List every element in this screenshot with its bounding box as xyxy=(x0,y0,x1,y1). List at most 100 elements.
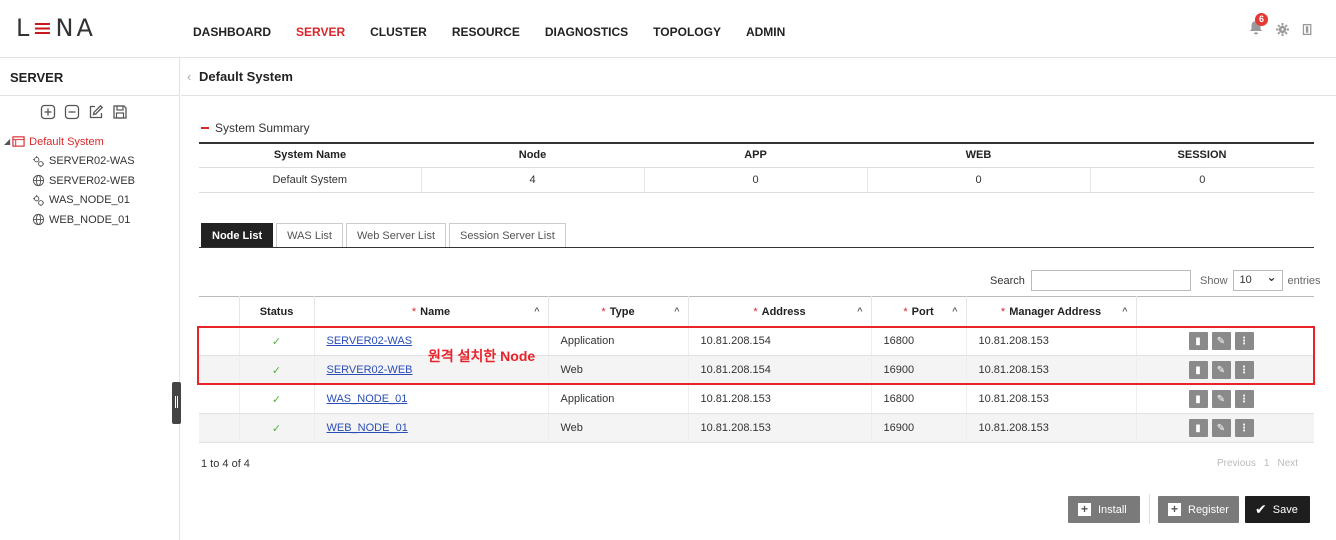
tree-item-was-node-01[interactable]: WAS_NODE_01 xyxy=(4,191,179,211)
tab-was-list[interactable]: WAS List xyxy=(276,223,343,248)
add-icon[interactable] xyxy=(40,104,56,120)
system-icon xyxy=(12,136,25,147)
install-button[interactable]: + Install xyxy=(1068,496,1140,523)
table-row[interactable]: ✓ SERVER02-WEB Web 10.81.208.154 16900 1… xyxy=(199,355,1314,385)
sort-asc-icon[interactable]: ^ xyxy=(952,306,957,316)
status-ok-icon: ✓ xyxy=(239,413,315,443)
lena-logo[interactable]: L≡NA xyxy=(16,14,96,42)
node-name-link[interactable]: SERVER02-WEB xyxy=(327,364,413,376)
node-name-link[interactable]: WAS_NODE_01 xyxy=(327,393,408,405)
remove-icon[interactable] xyxy=(64,104,80,120)
search-area: Search xyxy=(990,270,1191,291)
nav-server[interactable]: SERVER xyxy=(296,25,345,39)
entries-select[interactable]: 10 xyxy=(1232,268,1283,291)
notification-bell-icon[interactable]: 6 xyxy=(1248,13,1268,38)
search-label: Search xyxy=(990,274,1025,287)
server-tree: ◢ Default System SERVER02-WAS SERVER02-W… xyxy=(0,128,179,230)
trash-icon[interactable]: ▮ xyxy=(1188,390,1208,408)
main-nav: DASHBOARD SERVER CLUSTER RESOURCE DIAGNO… xyxy=(193,25,810,39)
trash-icon[interactable]: ▮ xyxy=(1188,361,1208,379)
next-page-link[interactable]: Next xyxy=(1277,458,1298,469)
port-header-label: Port xyxy=(911,305,934,318)
tab-session-server-list[interactable]: Session Server List xyxy=(449,223,566,248)
register-button[interactable]: + Register xyxy=(1158,496,1239,523)
section-dash-icon xyxy=(201,127,209,129)
more-vertical-icon[interactable]: ⋮ xyxy=(1234,332,1254,350)
search-input[interactable] xyxy=(1030,270,1191,291)
row-select-cell[interactable] xyxy=(199,355,240,385)
tree-item-label: WAS_NODE_01 xyxy=(49,194,130,207)
table-row[interactable]: ✓ WAS_NODE_01 Application 10.81.208.153 … xyxy=(199,384,1314,414)
tree-item-server02-was[interactable]: SERVER02-WAS xyxy=(4,152,179,172)
save-button[interactable]: ✔ Save xyxy=(1245,496,1310,523)
column-header-address[interactable]: * Address ^ xyxy=(688,296,872,327)
node-name-link[interactable]: WEB_NODE_01 xyxy=(327,422,408,434)
pencil-icon[interactable]: ✎ xyxy=(1211,332,1231,350)
nav-dashboard[interactable]: DASHBOARD xyxy=(193,25,271,39)
column-header-manager-address[interactable]: * Manager Address ^ xyxy=(966,296,1137,327)
web-icon xyxy=(32,214,45,226)
tree-item-server02-web[interactable]: SERVER02-WEB xyxy=(4,171,179,191)
edit-icon[interactable] xyxy=(88,104,104,120)
column-header-status[interactable]: Status xyxy=(239,296,315,327)
pencil-icon[interactable]: ✎ xyxy=(1211,361,1231,379)
node-type: Web xyxy=(548,413,689,443)
trash-icon[interactable]: ▮ xyxy=(1188,332,1208,350)
sort-asc-icon[interactable]: ^ xyxy=(674,306,679,316)
sidebar-title: SERVER xyxy=(0,58,179,96)
summary-header: System Name xyxy=(199,143,421,168)
top-bar: L≡NA DASHBOARD SERVER CLUSTER RESOURCE D… xyxy=(0,0,1336,58)
node-port: 16800 xyxy=(871,326,967,356)
page-title: Default System xyxy=(199,69,293,84)
checkmark-icon: ✔ xyxy=(1255,501,1267,517)
nav-cluster[interactable]: CLUSTER xyxy=(370,25,427,39)
nav-diagnostics[interactable]: DIAGNOSTICS xyxy=(545,25,628,39)
tree-root-default-system[interactable]: ◢ Default System xyxy=(4,132,179,152)
node-list-table: Status * Name ^ * Type ^ * Address ^ * Port ^ * M… xyxy=(199,296,1314,443)
sort-asc-icon[interactable]: ^ xyxy=(857,306,862,316)
column-header-type[interactable]: * Type ^ xyxy=(548,296,689,327)
sort-asc-icon[interactable]: ^ xyxy=(534,306,539,316)
trash-icon[interactable]: ▮ xyxy=(1188,419,1208,437)
sidebar-collapse-handle[interactable] xyxy=(172,382,181,424)
tab-node-list[interactable]: Node List xyxy=(201,223,274,248)
row-select-cell[interactable] xyxy=(199,384,240,414)
row-select-cell[interactable] xyxy=(199,326,240,356)
node-name-link[interactable]: SERVER02-WAS xyxy=(327,335,413,347)
gear-icon[interactable] xyxy=(1276,22,1289,36)
logout-icon[interactable] xyxy=(1301,23,1314,36)
page-number[interactable]: 1 xyxy=(1264,458,1270,469)
table-row[interactable]: ✓ SERVER02-WAS Application 10.81.208.154… xyxy=(199,326,1314,356)
node-manager-address: 10.81.208.153 xyxy=(966,326,1137,356)
column-header-port[interactable]: * Port ^ xyxy=(871,296,967,327)
summary-header: WEB xyxy=(867,143,1090,168)
more-vertical-icon[interactable]: ⋮ xyxy=(1234,419,1254,437)
save-icon[interactable] xyxy=(112,104,128,120)
summary-section-title: System Summary xyxy=(201,121,310,135)
was-icon xyxy=(32,155,45,167)
nav-resource[interactable]: RESOURCE xyxy=(452,25,520,39)
tree-item-web-node-01[interactable]: WEB_NODE_01 xyxy=(4,210,179,230)
tree-toolbar xyxy=(0,96,179,128)
web-icon xyxy=(32,175,45,187)
column-header-name[interactable]: * Name ^ xyxy=(314,296,549,327)
pagination: Previous 1 Next xyxy=(1217,458,1298,469)
more-vertical-icon[interactable]: ⋮ xyxy=(1234,390,1254,408)
was-icon xyxy=(32,194,45,206)
nav-topology[interactable]: TOPOLOGY xyxy=(653,25,721,39)
previous-page-link[interactable]: Previous xyxy=(1217,458,1256,469)
install-label: Install xyxy=(1098,503,1127,516)
table-row[interactable]: ✓ WEB_NODE_01 Web 10.81.208.153 16900 10… xyxy=(199,413,1314,443)
chevron-left-icon[interactable]: ‹ xyxy=(187,69,191,84)
sort-asc-icon[interactable]: ^ xyxy=(1122,306,1127,316)
row-select-cell[interactable] xyxy=(199,413,240,443)
nav-admin[interactable]: ADMIN xyxy=(746,25,785,39)
pencil-icon[interactable]: ✎ xyxy=(1211,419,1231,437)
pencil-icon[interactable]: ✎ xyxy=(1211,390,1231,408)
node-manager-address: 10.81.208.153 xyxy=(966,355,1137,385)
tab-web-server-list[interactable]: Web Server List xyxy=(345,223,447,248)
summary-header: SESSION xyxy=(1090,143,1314,168)
caret-down-icon[interactable]: ◢ xyxy=(4,137,10,146)
more-vertical-icon[interactable]: ⋮ xyxy=(1234,361,1254,379)
node-address: 10.81.208.154 xyxy=(688,355,872,385)
